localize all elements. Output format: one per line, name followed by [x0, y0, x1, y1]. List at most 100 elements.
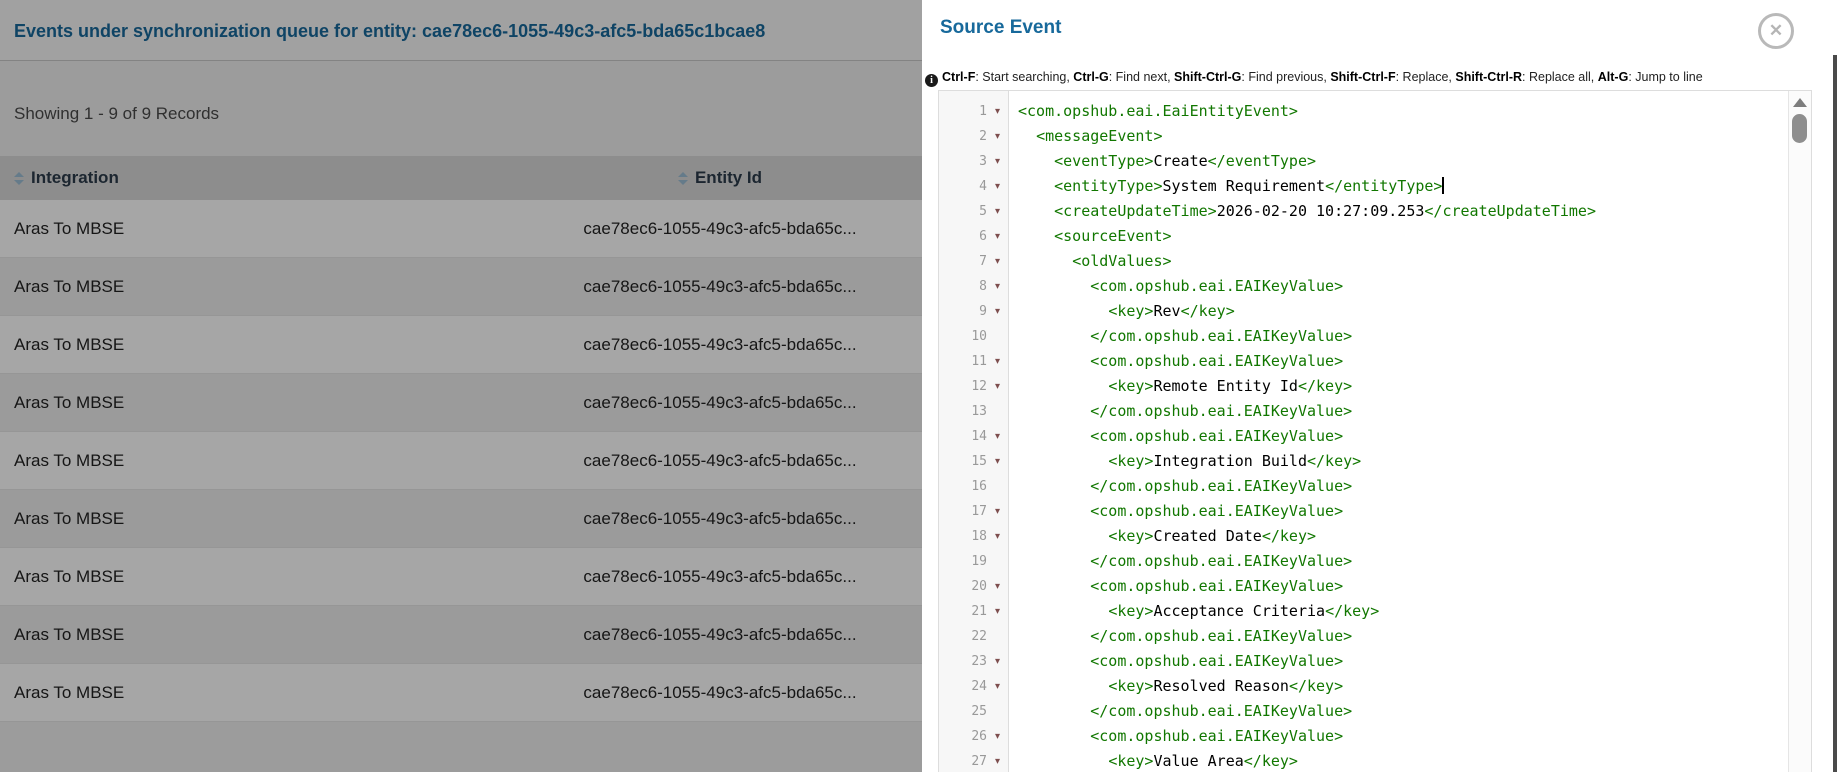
- code-line[interactable]: 14▾ <com.opshub.eai.EAIKeyValue>: [939, 424, 1789, 449]
- code-line[interactable]: 1▾<com.opshub.eai.EaiEntityEvent>: [939, 99, 1789, 124]
- xml-text: [1018, 652, 1090, 670]
- code-text: </com.opshub.eai.EAIKeyValue>: [1008, 474, 1352, 499]
- xml-text: [1018, 127, 1036, 145]
- events-queue-page: Events under synchronization queue for e…: [0, 0, 922, 772]
- fold-arrow-icon[interactable]: ▾: [987, 449, 1008, 474]
- xml-text: [1018, 402, 1090, 420]
- code-text: <createUpdateTime>2026-02-20 10:27:09.25…: [1008, 199, 1596, 224]
- fold-arrow-icon[interactable]: ▾: [987, 99, 1008, 124]
- xml-text: Rev: [1153, 302, 1180, 320]
- code-text: <messageEvent>: [1008, 124, 1163, 149]
- xml-text: [1018, 552, 1090, 570]
- line-number: 23: [939, 649, 987, 674]
- code-line[interactable]: 7▾ <oldValues>: [939, 249, 1789, 274]
- fold-arrow-icon[interactable]: ▾: [987, 574, 1008, 599]
- fold-arrow-icon[interactable]: ▾: [987, 499, 1008, 524]
- xml-tag: <com.opshub.eai.EAIKeyValue>: [1090, 652, 1343, 670]
- editor-scrollbar[interactable]: [1788, 91, 1811, 772]
- fold-arrow-icon[interactable]: ▾: [987, 724, 1008, 749]
- line-number: 8: [939, 274, 987, 299]
- fold-arrow-icon[interactable]: ▾: [987, 599, 1008, 624]
- code-text: <com.opshub.eai.EaiEntityEvent>: [1008, 99, 1298, 124]
- fold-arrow-icon[interactable]: ▾: [987, 149, 1008, 174]
- code-line[interactable]: 22 </com.opshub.eai.EAIKeyValue>: [939, 624, 1789, 649]
- fold-arrow-icon[interactable]: ▾: [987, 349, 1008, 374]
- fold-spacer: [987, 324, 1008, 349]
- fold-arrow-icon[interactable]: ▾: [987, 424, 1008, 449]
- xml-tag: </key>: [1307, 452, 1361, 470]
- xml-tag: <entityType>: [1054, 177, 1162, 195]
- fold-arrow-icon[interactable]: ▾: [987, 249, 1008, 274]
- line-number: 25: [939, 699, 987, 724]
- window-scrollbar[interactable]: [1833, 55, 1837, 772]
- line-number: 24: [939, 674, 987, 699]
- xml-tag: <com.opshub.eai.EAIKeyValue>: [1090, 577, 1343, 595]
- code-text: </com.opshub.eai.EAIKeyValue>: [1008, 624, 1352, 649]
- line-number: 3: [939, 149, 987, 174]
- close-icon[interactable]: ✕: [1758, 13, 1794, 49]
- fold-arrow-icon[interactable]: ▾: [987, 199, 1008, 224]
- code-text: <key>Rev</key>: [1008, 299, 1235, 324]
- code-line[interactable]: 6▾ <sourceEvent>: [939, 224, 1789, 249]
- info-icon: i: [925, 74, 938, 87]
- fold-arrow-icon[interactable]: ▾: [987, 174, 1008, 199]
- fold-arrow-icon[interactable]: ▾: [987, 299, 1008, 324]
- code-line[interactable]: 25 </com.opshub.eai.EAIKeyValue>: [939, 699, 1789, 724]
- fold-arrow-icon[interactable]: ▾: [987, 674, 1008, 699]
- code-line[interactable]: 12▾ <key>Remote Entity Id</key>: [939, 374, 1789, 399]
- line-number: 1: [939, 99, 987, 124]
- xml-tag: </com.opshub.eai.EAIKeyValue>: [1090, 552, 1352, 570]
- xml-tag: </createUpdateTime>: [1424, 202, 1596, 220]
- line-number: 11: [939, 349, 987, 374]
- code-text: <eventType>Create</eventType>: [1008, 149, 1316, 174]
- scrollbar-up-arrow-icon[interactable]: [1793, 98, 1807, 107]
- code-line[interactable]: 16 </com.opshub.eai.EAIKeyValue>: [939, 474, 1789, 499]
- code-line[interactable]: 18▾ <key>Created Date</key>: [939, 524, 1789, 549]
- code-line[interactable]: 26▾ <com.opshub.eai.EAIKeyValue>: [939, 724, 1789, 749]
- code-line[interactable]: 3▾ <eventType>Create</eventType>: [939, 149, 1789, 174]
- source-event-modal: Source Event ✕ iCtrl-F: Start searching,…: [922, 0, 1837, 772]
- code-line[interactable]: 11▾ <com.opshub.eai.EAIKeyValue>: [939, 349, 1789, 374]
- fold-arrow-icon[interactable]: ▾: [987, 274, 1008, 299]
- xml-tag: <key>: [1108, 377, 1153, 395]
- code-line[interactable]: 9▾ <key>Rev</key>: [939, 299, 1789, 324]
- line-number: 21: [939, 599, 987, 624]
- fold-arrow-icon[interactable]: ▾: [987, 374, 1008, 399]
- fold-arrow-icon[interactable]: ▾: [987, 749, 1008, 772]
- xml-tag: </com.opshub.eai.EAIKeyValue>: [1090, 627, 1352, 645]
- code-line[interactable]: 4▾ <entityType>System Requirement</entit…: [939, 174, 1789, 199]
- code-line[interactable]: 21▾ <key>Acceptance Criteria</key>: [939, 599, 1789, 624]
- fold-arrow-icon[interactable]: ▾: [987, 524, 1008, 549]
- code-line[interactable]: 8▾ <com.opshub.eai.EAIKeyValue>: [939, 274, 1789, 299]
- xml-text: Create: [1153, 152, 1207, 170]
- line-number: 2: [939, 124, 987, 149]
- code-text: </com.opshub.eai.EAIKeyValue>: [1008, 699, 1352, 724]
- code-line[interactable]: 17▾ <com.opshub.eai.EAIKeyValue>: [939, 499, 1789, 524]
- code-line[interactable]: 2▾ <messageEvent>: [939, 124, 1789, 149]
- line-number: 19: [939, 549, 987, 574]
- line-number: 9: [939, 299, 987, 324]
- code-line[interactable]: 20▾ <com.opshub.eai.EAIKeyValue>: [939, 574, 1789, 599]
- code-line[interactable]: 15▾ <key>Integration Build</key>: [939, 449, 1789, 474]
- code-line[interactable]: 10 </com.opshub.eai.EAIKeyValue>: [939, 324, 1789, 349]
- fold-arrow-icon[interactable]: ▾: [987, 224, 1008, 249]
- shortcut-key: Shift-Ctrl-F: [1330, 70, 1395, 84]
- scrollbar-thumb[interactable]: [1792, 114, 1807, 143]
- xml-code-editor[interactable]: 1▾<com.opshub.eai.EaiEntityEvent>2▾ <mes…: [938, 90, 1812, 772]
- fold-arrow-icon[interactable]: ▾: [987, 649, 1008, 674]
- code-line[interactable]: 27▾ <key>Value Area</key>: [939, 749, 1789, 772]
- code-text: <key>Remote Entity Id</key>: [1008, 374, 1352, 399]
- code-line[interactable]: 23▾ <com.opshub.eai.EAIKeyValue>: [939, 649, 1789, 674]
- xml-text: [1018, 252, 1072, 270]
- xml-text: [1018, 352, 1090, 370]
- code-line[interactable]: 5▾ <createUpdateTime>2026-02-20 10:27:09…: [939, 199, 1789, 224]
- code-line[interactable]: 19 </com.opshub.eai.EAIKeyValue>: [939, 549, 1789, 574]
- fold-arrow-icon[interactable]: ▾: [987, 124, 1008, 149]
- xml-text: Resolved Reason: [1153, 677, 1288, 695]
- code-line[interactable]: 13 </com.opshub.eai.EAIKeyValue>: [939, 399, 1789, 424]
- xml-text: Value Area: [1153, 752, 1243, 770]
- code-line[interactable]: 24▾ <key>Resolved Reason</key>: [939, 674, 1789, 699]
- line-number: 26: [939, 724, 987, 749]
- line-number: 5: [939, 199, 987, 224]
- shortcut-key: Ctrl-F: [942, 70, 975, 84]
